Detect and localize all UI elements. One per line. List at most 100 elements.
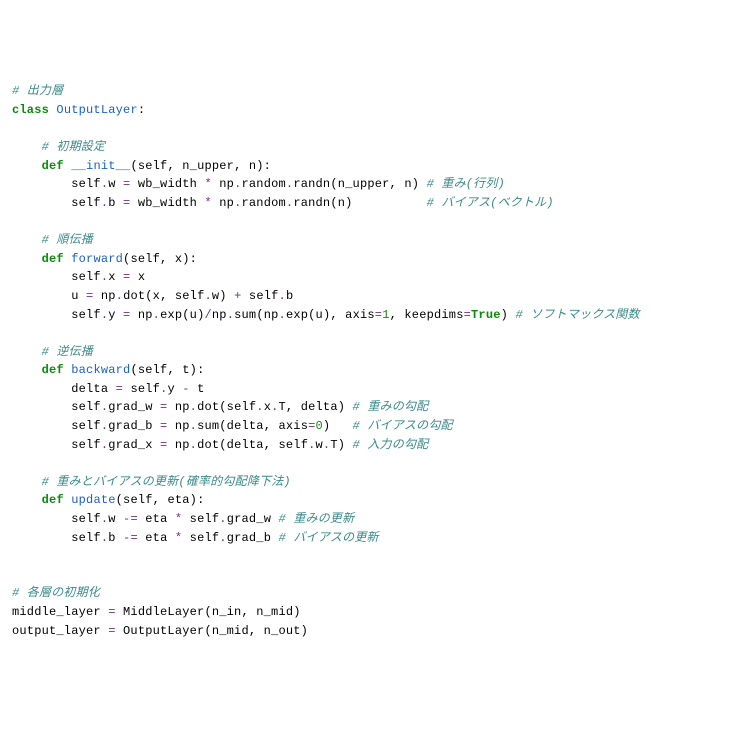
code-text: self: [71, 270, 101, 284]
code-text: , keepdims: [390, 308, 464, 322]
comment: # バイアスの勾配: [353, 419, 453, 433]
code-text: eta: [138, 512, 175, 526]
comment: # 出力層: [12, 84, 63, 98]
keyword-def: def: [42, 493, 64, 507]
args: (self, n_upper, n):: [130, 159, 271, 173]
code-text: OutputLayer(n_mid, n_out): [116, 624, 308, 638]
code-text: self: [242, 289, 279, 303]
code-text: np: [212, 177, 234, 191]
code-text: output_layer: [12, 624, 108, 638]
code-text: t: [190, 382, 205, 396]
code-text: b: [108, 531, 123, 545]
class-name: OutputLayer: [56, 103, 137, 117]
args: (self, x):: [123, 252, 197, 266]
code-text: ): [323, 419, 353, 433]
method-backward: backward: [71, 363, 130, 377]
code-text: sum(delta, axis: [197, 419, 308, 433]
method-update: update: [71, 493, 115, 507]
mul: *: [204, 196, 211, 210]
dot: .: [279, 308, 286, 322]
dot: .: [234, 177, 241, 191]
code-text: w: [108, 177, 123, 191]
code-text: exp(u), axis: [286, 308, 375, 322]
keyword-def: def: [42, 252, 64, 266]
number: 1: [382, 308, 389, 322]
dot: .: [153, 308, 160, 322]
code-text: y: [167, 382, 182, 396]
code-block: # 出力層 class OutputLayer: # 初期設定 def __in…: [12, 82, 719, 640]
code-text: w: [108, 512, 123, 526]
args: (self, t):: [130, 363, 204, 377]
code-text: self: [71, 400, 101, 414]
code-text: self: [71, 512, 101, 526]
code-text: self: [71, 177, 101, 191]
code-text: np: [212, 196, 234, 210]
code-text: np: [212, 308, 227, 322]
code-text: dot(x, self: [123, 289, 204, 303]
plus: +: [234, 289, 241, 303]
equals: =: [116, 382, 123, 396]
minus-equals: -=: [123, 512, 138, 526]
code-text: b: [286, 289, 293, 303]
code-text: randn(n): [293, 196, 426, 210]
dot: .: [219, 531, 226, 545]
dot: .: [190, 438, 197, 452]
code-text: dot(self: [197, 400, 256, 414]
code-text: ): [501, 308, 516, 322]
code-text: sum(np: [234, 308, 278, 322]
code-text: self: [123, 382, 160, 396]
keyword-class: class: [12, 103, 49, 117]
code-text: w: [316, 438, 323, 452]
code-text: b: [108, 196, 123, 210]
equals: =: [308, 419, 315, 433]
code-text: u: [71, 289, 86, 303]
dot: .: [279, 289, 286, 303]
dot: .: [227, 308, 234, 322]
dot: .: [271, 400, 278, 414]
code-text: w): [212, 289, 234, 303]
div: /: [205, 308, 212, 322]
keyword-def: def: [42, 159, 64, 173]
method-init: __init__: [71, 159, 130, 173]
method-forward: forward: [71, 252, 123, 266]
dot: .: [308, 438, 315, 452]
comment: # 順伝播: [42, 233, 93, 247]
code-text: x: [130, 270, 145, 284]
code-text: self: [71, 438, 101, 452]
comment: # 重みの更新: [279, 512, 355, 526]
colon: :: [138, 103, 145, 117]
code-text: random: [242, 177, 286, 191]
code-text: np: [167, 400, 189, 414]
code-text: wb_width: [130, 177, 204, 191]
code-text: x: [264, 400, 271, 414]
dot: .: [234, 196, 241, 210]
code-text: self: [71, 308, 101, 322]
dot: .: [256, 400, 263, 414]
comment: # ソフトマックス関数: [515, 308, 639, 322]
comment: # バイアスの更新: [279, 531, 379, 545]
keyword-true: True: [471, 308, 501, 322]
args: (self, eta):: [116, 493, 205, 507]
dot: .: [219, 512, 226, 526]
code-text: grad_x: [108, 438, 160, 452]
number: 0: [316, 419, 323, 433]
code-text: MiddleLayer(n_in, n_mid): [116, 605, 301, 619]
code-text: np: [167, 419, 189, 433]
comment: # 重みの勾配: [353, 400, 429, 414]
comment: # 入力の勾配: [353, 438, 429, 452]
code-text: self: [182, 512, 219, 526]
code-text: delta: [71, 382, 115, 396]
code-text: exp(u): [160, 308, 204, 322]
code-text: grad_w: [108, 400, 160, 414]
code-text: grad_b: [108, 419, 160, 433]
mul: *: [204, 177, 211, 191]
comment: # バイアス(ベクトル): [427, 196, 554, 210]
comment: # 各層の初期化: [12, 586, 100, 600]
code-text: random: [242, 196, 286, 210]
equals: =: [108, 624, 115, 638]
code-text: wb_width: [130, 196, 204, 210]
keyword-def: def: [42, 363, 64, 377]
equals: =: [108, 605, 115, 619]
code-text: self: [71, 419, 101, 433]
code-text: y: [108, 308, 123, 322]
